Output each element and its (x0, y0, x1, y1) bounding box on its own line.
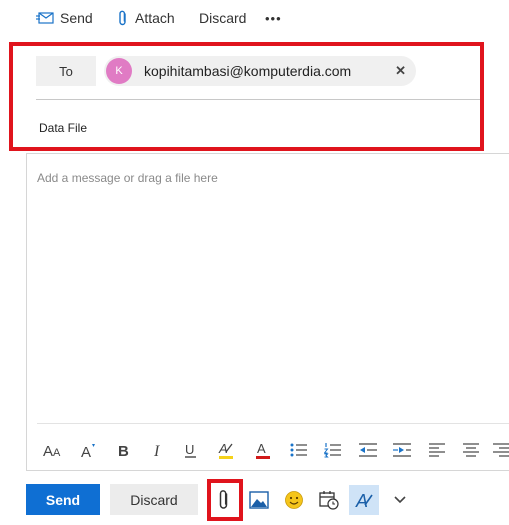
svg-text:A: A (81, 444, 91, 459)
header-fields: To K kopihitambasi@komputerdia.com ✕ Dat… (26, 46, 484, 144)
compose-toolbar: Send Attach Discard ••• (0, 0, 509, 36)
svg-text:U: U (185, 442, 194, 457)
toolbar-more-button[interactable]: ••• (265, 9, 282, 27)
schedule-icon[interactable] (315, 486, 343, 514)
send-icon (36, 12, 54, 24)
compose-footer: Send Discard A (0, 483, 509, 517)
svg-text:I: I (153, 443, 160, 459)
numbering-icon[interactable] (321, 438, 345, 462)
format-toolbar-divider (37, 423, 509, 424)
increase-indent-icon[interactable] (389, 438, 415, 462)
bullets-icon[interactable] (287, 438, 311, 462)
align-right-icon[interactable] (492, 438, 509, 462)
highlight-icon[interactable]: A (215, 438, 239, 462)
remove-recipient-icon[interactable]: ✕ (395, 63, 406, 79)
bold-icon[interactable]: B (113, 438, 135, 462)
svg-text:A: A (218, 441, 228, 456)
message-body[interactable]: Add a message or drag a file here A A A … (26, 153, 509, 471)
align-left-icon[interactable] (425, 438, 449, 462)
header-divider (36, 99, 484, 100)
send-button[interactable]: Send (26, 484, 100, 515)
font-size-icon[interactable]: A A (41, 438, 65, 462)
attach-icon[interactable] (210, 486, 238, 514)
svg-text:B: B (118, 443, 129, 459)
toolbar-send-label: Send (60, 10, 93, 26)
svg-text:A: A (53, 447, 61, 459)
toolbar-discard-button[interactable]: Discard (199, 9, 246, 27)
avatar: K (106, 58, 132, 84)
svg-text:A: A (43, 443, 53, 459)
format-icon[interactable]: A (349, 485, 379, 515)
toolbar-attach-button[interactable]: Attach (117, 9, 175, 27)
subject-field[interactable]: Data File (39, 121, 87, 135)
svg-text:A: A (257, 441, 266, 456)
toolbar-send-button[interactable]: Send (36, 9, 93, 27)
more-options-icon: ••• (265, 10, 282, 26)
decrease-indent-icon[interactable] (355, 438, 381, 462)
align-center-icon[interactable] (459, 438, 483, 462)
font-color-icon[interactable]: A (251, 438, 275, 462)
recipient-chip[interactable]: K kopihitambasi@komputerdia.com ✕ (104, 56, 416, 86)
discard-button[interactable]: Discard (110, 484, 198, 515)
toolbar-attach-label: Attach (135, 10, 175, 26)
paperclip-icon (119, 10, 126, 25)
italic-icon[interactable]: I (147, 438, 169, 462)
grow-font-icon[interactable]: A (77, 438, 101, 462)
message-placeholder: Add a message or drag a file here (37, 171, 218, 185)
emoji-icon[interactable] (280, 486, 308, 514)
more-chevron-icon[interactable] (386, 486, 414, 514)
underline-icon[interactable]: U (180, 438, 202, 462)
to-button[interactable]: To (36, 56, 96, 86)
toolbar-discard-label: Discard (199, 10, 247, 26)
svg-text:A: A (355, 491, 368, 510)
recipient-email: kopihitambasi@komputerdia.com (144, 63, 352, 79)
insert-picture-icon[interactable] (245, 486, 273, 514)
